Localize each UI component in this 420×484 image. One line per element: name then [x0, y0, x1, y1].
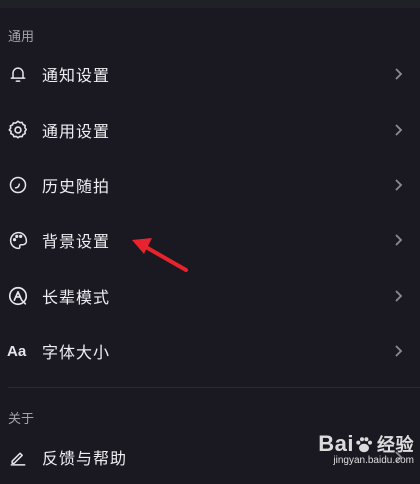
settings-row-notifications[interactable]: 通知设置 — [0, 47, 420, 101]
settings-row-label: 通知设置 — [42, 66, 111, 85]
palette-icon — [6, 228, 30, 252]
settings-row-label: 历史随拍 — [42, 177, 111, 196]
annotation-arrow — [132, 238, 188, 272]
baidu-jingyan-watermark: Bai 经验 jingyan.baidu.com — [318, 431, 414, 466]
settings-row-label: 通用设置 — [42, 122, 111, 141]
section-divider — [8, 387, 420, 388]
gear-icon — [6, 118, 30, 142]
settings-row-history-snapshots[interactable]: 历史随拍 — [0, 158, 420, 212]
edit-pen-icon — [6, 445, 30, 469]
watermark-logo-suffix: 经验 — [377, 435, 414, 455]
settings-row-font-size[interactable]: Aa 字体大小 — [0, 324, 420, 378]
settings-row-label: 背景设置 — [42, 232, 111, 251]
elder-mode-icon — [6, 284, 30, 308]
settings-row-elder-mode[interactable]: 长辈模式 — [0, 269, 420, 323]
watermark-url: jingyan.baidu.com — [333, 455, 414, 466]
chevron-right-icon — [395, 290, 403, 302]
history-circle-icon — [6, 173, 30, 197]
bell-icon — [6, 62, 30, 86]
settings-row-label: 字体大小 — [42, 343, 111, 362]
settings-row-background[interactable]: 背景设置 — [0, 213, 420, 267]
chevron-right-icon — [395, 345, 403, 357]
settings-row-label: 长辈模式 — [42, 288, 111, 307]
chevron-right-icon — [395, 179, 403, 191]
top-divider-strip — [0, 0, 420, 8]
paw-logo-icon — [356, 437, 372, 453]
watermark-logo-text: Bai — [318, 431, 354, 456]
chevron-right-icon — [395, 234, 403, 246]
settings-row-label: 反馈与帮助 — [42, 449, 128, 468]
chevron-right-icon — [395, 124, 403, 136]
section-header-about: 关于 — [8, 412, 35, 427]
chevron-right-icon — [395, 68, 403, 80]
section-header-general: 通用 — [8, 30, 35, 45]
settings-row-general[interactable]: 通用设置 — [0, 103, 420, 157]
font-size-icon: Aa — [7, 342, 27, 360]
